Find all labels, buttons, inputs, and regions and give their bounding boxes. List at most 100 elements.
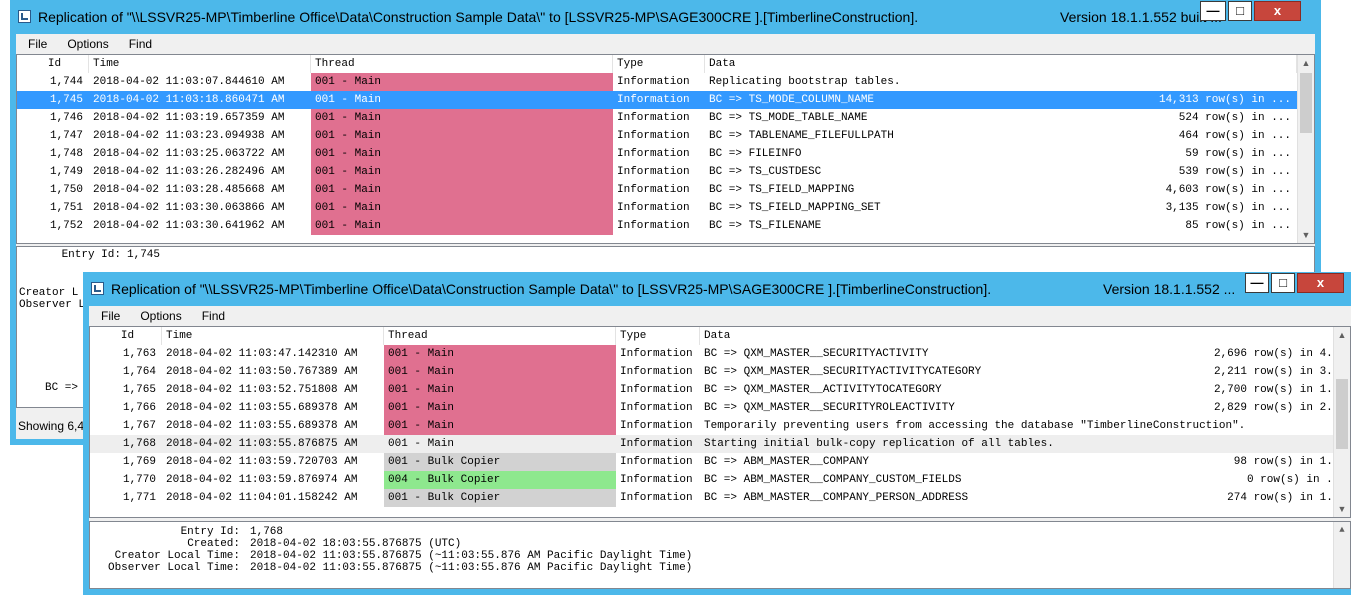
scroll-down-icon[interactable]: ▼ [1298,227,1314,243]
cell-rowcount: 2,696 row(s) in 4... [1213,348,1346,360]
cell-type: Information [620,384,693,396]
column-header-id[interactable]: Id [17,55,89,73]
table-row[interactable]: 1,766 2018-04-02 11:03:55.689378 AM 001 - … [90,399,1350,417]
cell-rowcount: 4,603 row(s) in ... [1165,184,1291,196]
cell-type: Information [617,94,690,106]
column-header-type[interactable]: Type [616,327,700,345]
cell-id: 1,764 [122,366,156,378]
table-row[interactable]: 1,767 2018-04-02 11:03:55.689378 AM 001 - … [90,417,1350,435]
cell-id: 1,751 [49,202,83,214]
cell-rowcount: 59 row(s) in ... [1185,148,1291,160]
cell-type: Information [620,474,693,486]
scroll-down-icon[interactable]: ▼ [1334,501,1350,517]
table-row[interactable]: 1,768 2018-04-02 11:03:55.876875 AM 001 - … [90,435,1350,453]
cell-rowcount: 98 row(s) in 1... [1233,456,1346,468]
log-grid[interactable]: Id Time Thread Type Data 1,763 2018-04-02… [89,326,1351,518]
cell-thread: 001 - Bulk Copier [384,453,616,471]
cell-time: 2018-04-02 11:03:19.657359 AM [93,112,285,124]
scroll-up-icon[interactable]: ▲ [1334,522,1350,538]
table-row[interactable]: 1,769 2018-04-02 11:03:59.720703 AM 001 - … [90,453,1350,471]
cell-thread: 001 - Main [384,381,616,399]
table-row[interactable]: 1,750 2018-04-02 11:03:28.485668 AM 001 - … [17,181,1297,199]
log-grid[interactable]: Id Time Thread Type Data 1,744 2018-04-02… [16,54,1315,244]
cell-type: Information [617,148,690,160]
cell-thread: 001 - Main [311,73,613,91]
cell-id: 1,750 [49,184,83,196]
column-header-time[interactable]: Time [162,327,384,345]
column-header-time[interactable]: Time [89,55,311,73]
cell-time: 2018-04-02 11:03:59.876974 AM [166,474,358,486]
cell-time: 2018-04-02 11:03:25.063722 AM [93,148,285,160]
scroll-thumb[interactable] [1300,73,1312,133]
table-row[interactable]: 1,749 2018-04-02 11:03:26.282496 AM 001 - … [17,163,1297,181]
cell-id: 1,767 [122,420,156,432]
cell-time: 2018-04-02 11:03:55.689378 AM [166,402,358,414]
menu-file[interactable]: File [28,37,47,51]
cell-time: 2018-04-02 11:03:50.767389 AM [166,366,358,378]
title-bar[interactable]: Replication of "\\LSSVR25-MP\Timberline … [10,0,1321,34]
table-row[interactable]: 1,748 2018-04-02 11:03:25.063722 AM 001 - … [17,145,1297,163]
table-row[interactable]: 1,770 2018-04-02 11:03:59.876974 AM 004 - … [90,471,1350,489]
table-row[interactable]: 1,746 2018-04-02 11:03:19.657359 AM 001 - … [17,109,1297,127]
cell-type: Information [617,166,690,178]
cell-type: Information [617,184,690,196]
cell-time: 2018-04-02 11:03:30.641962 AM [93,220,285,232]
column-header-data[interactable]: Data [700,327,1350,345]
column-header-data[interactable]: Data [705,55,1297,73]
cell-time: 2018-04-02 11:03:52.751808 AM [166,384,358,396]
detail-value: 2018-04-02 11:03:55.876875 (~11:03:55.87… [250,550,693,562]
status-text: Showing 6,41 [18,419,91,433]
version-label: Version 18.1.1.552 built ... [1060,9,1222,25]
menu-file[interactable]: File [101,309,120,323]
minimize-button[interactable]: — [1200,1,1226,21]
cell-type: Information [620,492,693,504]
table-row[interactable]: 1,745 2018-04-02 11:03:18.860471 AM 001 - … [17,91,1297,109]
vertical-scrollbar[interactable]: ▲ ▼ [1297,55,1314,243]
cell-time: 2018-04-02 11:03:26.282496 AM [93,166,285,178]
title-bar[interactable]: Replication of "\\LSSVR25-MP\Timberline … [83,272,1351,306]
cell-thread: 001 - Main [311,145,613,163]
detail-scrollbar[interactable]: ▲ [1333,522,1350,588]
cell-rowcount: 3,135 row(s) in ... [1165,202,1291,214]
minimize-button[interactable]: — [1245,273,1269,293]
vertical-scrollbar[interactable]: ▲ ▼ [1333,327,1350,517]
cell-time: 2018-04-02 11:03:18.860471 AM [93,94,285,106]
table-row[interactable]: 1,747 2018-04-02 11:03:23.094938 AM 001 - … [17,127,1297,145]
table-row[interactable]: 1,765 2018-04-02 11:03:52.751808 AM 001 - … [90,381,1350,399]
column-header-thread[interactable]: Thread [384,327,616,345]
maximize-button[interactable]: □ [1271,273,1295,293]
column-header-id[interactable]: Id [90,327,162,345]
app-icon [18,10,31,23]
cell-type: Information [620,438,693,450]
table-row[interactable]: 1,752 2018-04-02 11:03:30.641962 AM 001 - … [17,217,1297,235]
cell-thread: 001 - Main [311,217,613,235]
cell-rowcount: 2,700 row(s) in 1... [1213,384,1346,396]
menu-options[interactable]: Options [140,309,181,323]
scroll-up-icon[interactable]: ▲ [1334,327,1350,343]
entry-id-label: Entry Id: [61,249,121,261]
cell-id: 1,769 [122,456,156,468]
menu-find[interactable]: Find [129,37,152,51]
cell-id: 1,771 [122,492,156,504]
table-row[interactable]: 1,771 2018-04-02 11:04:01.158242 AM 001 - … [90,489,1350,507]
scroll-thumb[interactable] [1336,379,1348,449]
close-button[interactable]: x [1254,1,1301,21]
maximize-button[interactable]: □ [1228,1,1252,21]
cell-time: 2018-04-02 11:03:28.485668 AM [93,184,285,196]
close-button[interactable]: x [1297,273,1344,293]
cell-id: 1,763 [122,348,156,360]
column-header-type[interactable]: Type [613,55,705,73]
cell-rowcount [1092,417,1350,435]
table-row[interactable]: 1,744 2018-04-02 11:03:07.844610 AM 001 - … [17,73,1297,91]
menu-options[interactable]: Options [67,37,108,51]
scroll-up-icon[interactable]: ▲ [1298,55,1314,71]
table-row[interactable]: 1,751 2018-04-02 11:03:30.063866 AM 001 - … [17,199,1297,217]
detail-value: 2018-04-02 18:03:55.876875 (UTC) [250,538,462,550]
table-row[interactable]: 1,763 2018-04-02 11:03:47.142310 AM 001 - … [90,345,1350,363]
detail-pane: Entry Id: 1,768 Created: 2018-04-02 18:03:5… [89,521,1351,589]
table-row[interactable]: 1,764 2018-04-02 11:03:50.767389 AM 001 - … [90,363,1350,381]
menu-find[interactable]: Find [202,309,225,323]
cell-type: Information [617,130,690,142]
cell-id: 1,744 [49,76,83,88]
column-header-thread[interactable]: Thread [311,55,613,73]
